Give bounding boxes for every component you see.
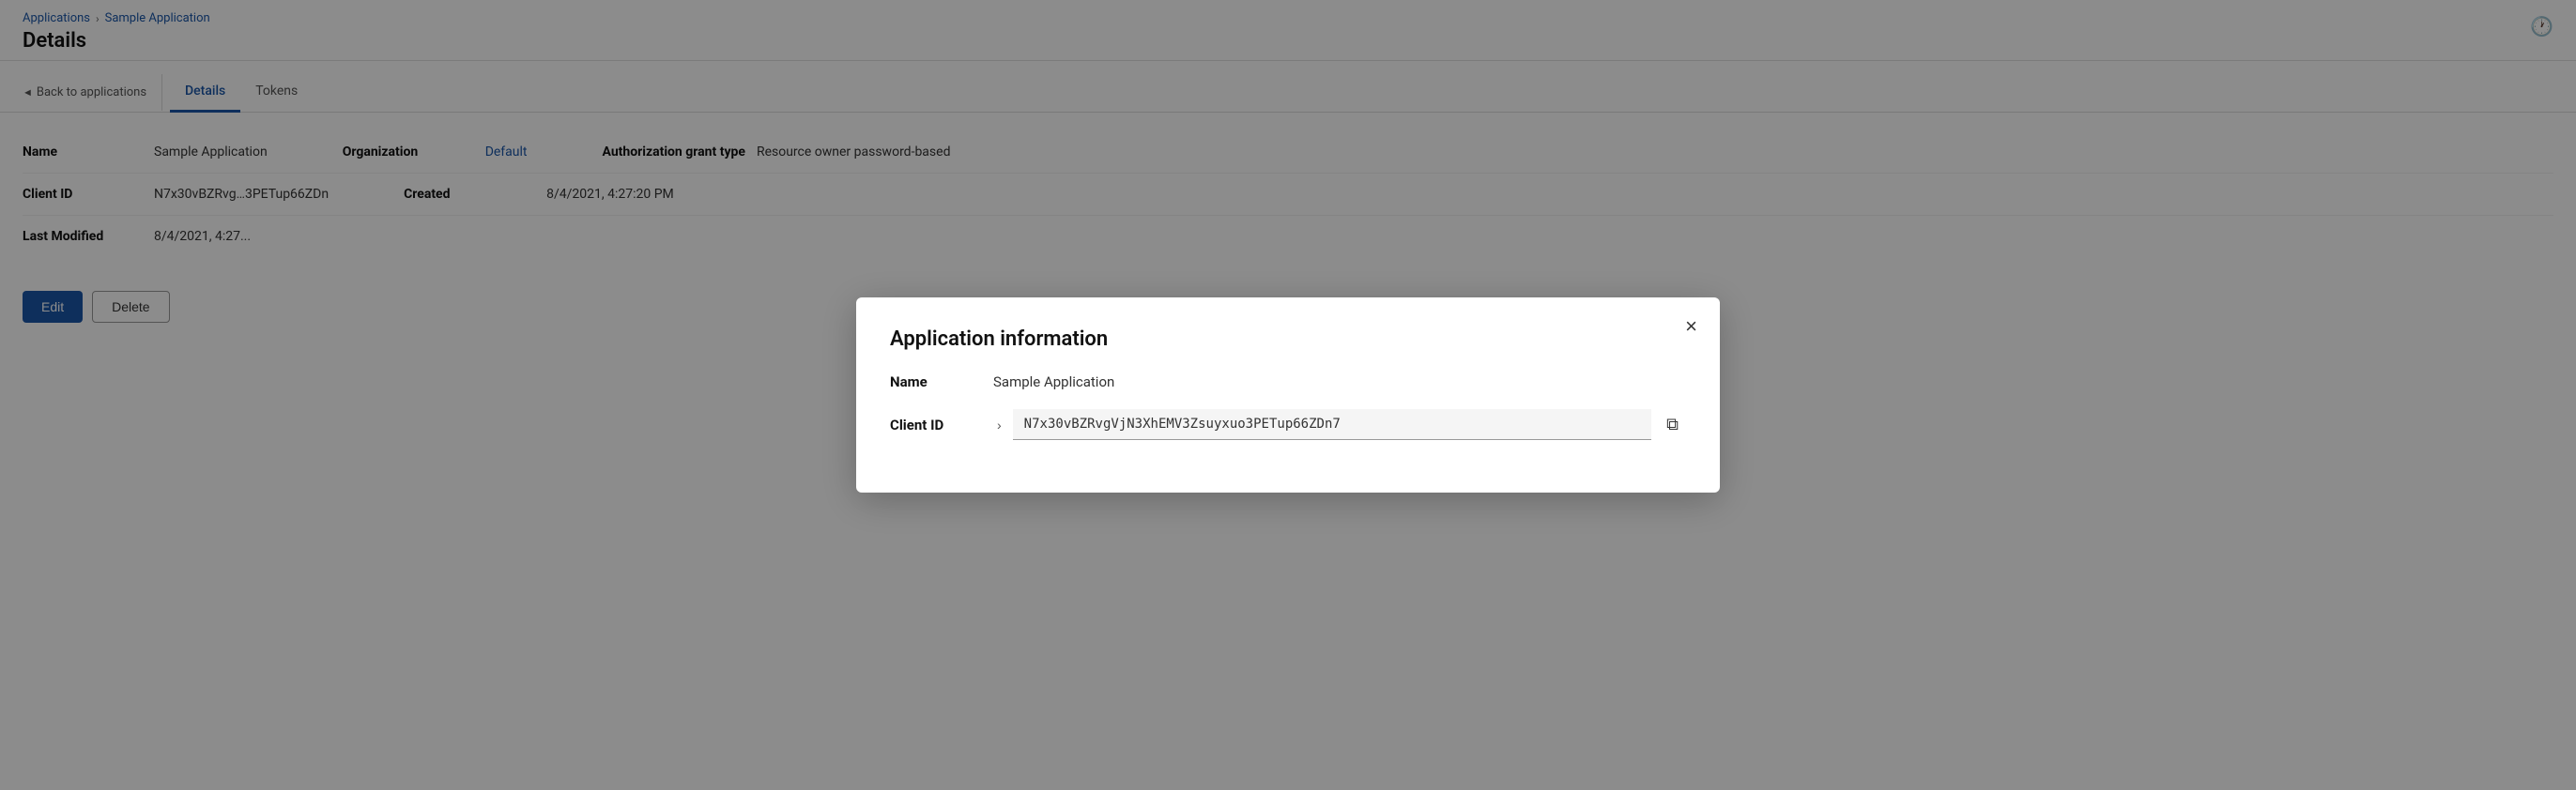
modal-overlay[interactable]: Application information × Name Sample Ap… <box>0 0 2576 790</box>
modal-client-id-label: Client ID <box>890 417 993 433</box>
client-id-row: › N7x30vBZRvgVjN3XhEMV3Zsuyxuo3PETup66ZD… <box>993 409 1686 440</box>
page-background: Applications › Sample Application Detail… <box>0 0 2576 790</box>
client-id-expand-button[interactable]: › <box>993 418 1005 433</box>
modal-name-label: Name <box>890 373 993 390</box>
modal-title: Application information <box>890 327 1686 351</box>
modal-close-button[interactable]: × <box>1685 316 1697 337</box>
modal-name-field: Name Sample Application <box>890 373 1686 390</box>
modal-name-value: Sample Application <box>993 373 1114 390</box>
copy-client-id-button[interactable]: ⧉ <box>1659 411 1686 438</box>
client-id-display: N7x30vBZRvgVjN3XhEMV3Zsuyxuo3PETup66ZDn7 <box>1013 409 1651 440</box>
modal-client-id-field: Client ID › N7x30vBZRvgVjN3XhEMV3Zsuyxuo… <box>890 409 1686 440</box>
application-info-modal: Application information × Name Sample Ap… <box>856 297 1720 493</box>
